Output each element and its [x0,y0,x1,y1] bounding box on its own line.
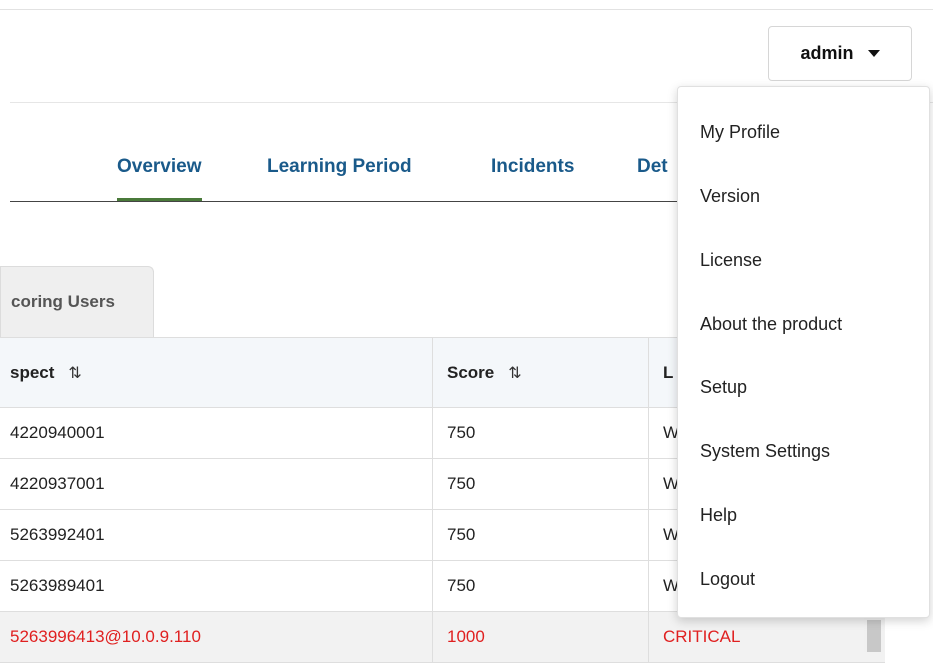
cell-suspect: 5263996413@10.0.9.110 [10,627,201,646]
cell-suspect: 5263989401 [10,576,105,595]
tab-overview[interactable]: Overview [117,156,202,201]
column-divider [432,510,433,560]
menu-item-my-profile[interactable]: My Profile [700,122,780,143]
tab-scoring-users[interactable]: coring Users [0,266,154,337]
cell-suspect: 5263992401 [10,525,105,544]
tab-learning-period[interactable]: Learning Period [267,156,412,178]
column-divider [432,338,433,407]
menu-item-version[interactable]: Version [700,186,760,207]
column-divider [648,408,649,458]
tab-scoring-users-label: coring Users [11,292,115,311]
cell-score: 1000 [447,627,485,646]
cell-score: 750 [447,474,476,493]
column-divider [432,561,433,611]
column-header-level-label: L [663,362,674,382]
menu-item-about[interactable]: About the product [700,314,842,335]
sort-arrows-icon[interactable]: ⇅ [68,363,81,383]
menu-item-help[interactable]: Help [700,505,737,526]
column-header-suspect[interactable]: spect ⇅ [10,338,430,407]
tabs-divider [10,201,690,202]
menu-item-logout[interactable]: Logout [700,569,755,590]
user-dropdown-menu: My Profile Version License About the pro… [677,86,930,618]
menu-item-license[interactable]: License [700,250,762,271]
cell-suspect: 4220937001 [10,474,105,493]
cell-score: 750 [447,525,476,544]
column-header-score-label: Score [447,362,495,382]
column-header-suspect-label: spect [10,362,55,382]
column-divider [432,459,433,509]
table-scrollbar[interactable] [864,612,884,652]
column-divider [648,510,649,560]
column-header-score[interactable]: Score ⇅ [447,338,647,407]
user-menu-label: admin [800,43,854,63]
cell-level: CRITICAL [663,627,741,646]
column-divider [648,561,649,611]
column-divider [432,408,433,458]
cell-score: 750 [447,576,476,595]
top-divider [0,9,933,10]
table-row[interactable]: 5263996413@10.0.9.110 1000 CRITICAL [0,612,885,663]
column-divider [648,612,649,662]
column-divider [648,459,649,509]
cell-suspect: 4220940001 [10,423,105,442]
menu-item-system-settings[interactable]: System Settings [700,441,830,462]
cell-score: 750 [447,423,476,442]
column-divider [432,612,433,662]
tab-incidents[interactable]: Incidents [491,156,574,178]
scrollbar-thumb[interactable] [867,620,881,652]
caret-down-icon [867,50,880,57]
tab-details[interactable]: Det [637,156,668,178]
user-menu-button[interactable]: admin [768,26,912,81]
sort-arrows-icon[interactable]: ⇅ [508,363,521,383]
menu-item-setup[interactable]: Setup [700,377,747,398]
column-divider [648,338,649,407]
